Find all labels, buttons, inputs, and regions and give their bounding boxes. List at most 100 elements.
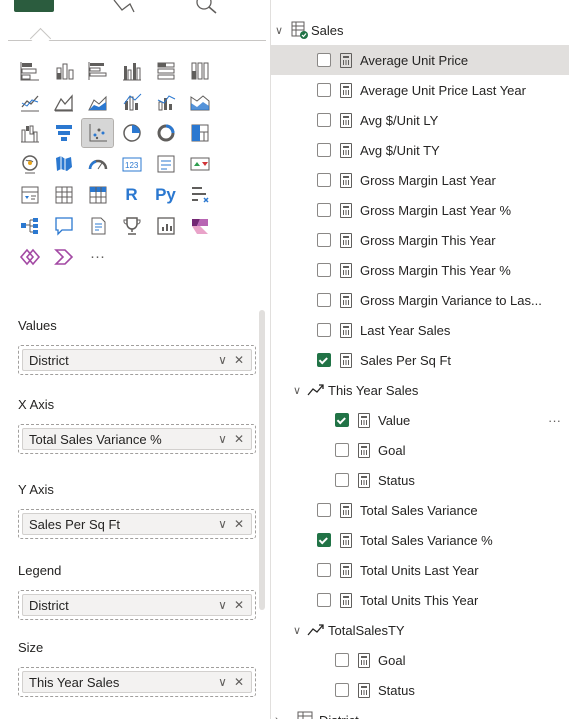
scatter-chart-icon[interactable] [81, 117, 114, 148]
field-well[interactable]: District ∨ ✕ [18, 590, 256, 620]
close-icon[interactable]: ✕ [234, 432, 244, 446]
analytics-tab[interactable] [190, 0, 224, 14]
checkbox[interactable] [335, 473, 349, 487]
field-pill[interactable]: This Year Sales ∨ ✕ [22, 671, 252, 693]
table-header[interactable]: › District [271, 705, 569, 719]
close-icon[interactable]: ✕ [234, 675, 244, 689]
field-well[interactable]: District ∨ ✕ [18, 345, 256, 375]
funnel-icon[interactable] [48, 119, 79, 147]
stacked-area-icon[interactable] [82, 88, 113, 116]
line-chart-icon[interactable] [14, 88, 45, 116]
100-percent-column-icon[interactable] [184, 57, 215, 85]
card-icon[interactable]: 123 [116, 150, 147, 178]
chevron-down-icon[interactable]: ∨ [218, 353, 227, 367]
pie-chart-icon[interactable] [116, 119, 147, 147]
field-item[interactable]: Status [271, 465, 569, 495]
build-visual-tab[interactable] [14, 0, 54, 12]
checkbox[interactable] [317, 173, 331, 187]
scrollbar[interactable] [259, 310, 265, 610]
close-icon[interactable]: ✕ [234, 517, 244, 531]
field-item[interactable]: Average Unit Price Last Year [271, 75, 569, 105]
field-item[interactable]: Average Unit Price [271, 45, 569, 75]
field-item[interactable]: Gross Margin Last Year % [271, 195, 569, 225]
kpi-icon[interactable] [184, 150, 215, 178]
multi-row-card-icon[interactable] [150, 150, 181, 178]
kpi-group-header[interactable]: ∨ This Year Sales [271, 375, 569, 405]
checkbox[interactable] [317, 83, 331, 97]
qna-icon[interactable] [48, 212, 79, 240]
field-item[interactable]: Total Sales Variance [271, 495, 569, 525]
checkbox[interactable] [335, 683, 349, 697]
gauge-icon[interactable] [82, 150, 113, 178]
field-item[interactable]: Goal [271, 645, 569, 675]
field-pill[interactable]: District ∨ ✕ [22, 594, 252, 616]
table-header[interactable]: ∨ Sales [271, 15, 569, 45]
power-automate-icon[interactable] [14, 243, 45, 271]
paginated-report-icon[interactable] [150, 212, 181, 240]
field-pill[interactable]: Sales Per Sq Ft ∨ ✕ [22, 513, 252, 535]
close-icon[interactable]: ✕ [234, 598, 244, 612]
chevron-down-icon[interactable]: ∨ [218, 598, 227, 612]
field-well[interactable]: Sales Per Sq Ft ∨ ✕ [18, 509, 256, 539]
azure-map-icon[interactable] [48, 243, 79, 271]
waterfall-icon[interactable] [14, 119, 45, 147]
checkbox[interactable] [335, 653, 349, 667]
line-column-icon[interactable] [116, 88, 147, 116]
python-visual-icon[interactable]: Py [150, 181, 181, 209]
checkbox[interactable] [317, 53, 331, 67]
ribbon-chart-icon[interactable] [184, 88, 215, 116]
chevron-down-icon[interactable]: ∨ [218, 675, 227, 689]
chevron-down-icon[interactable]: ∨ [275, 24, 289, 37]
goals-icon[interactable] [116, 212, 147, 240]
field-item[interactable]: Gross Margin Last Year [271, 165, 569, 195]
area-chart-icon[interactable] [48, 88, 79, 116]
line-clustered-column-icon[interactable] [150, 88, 181, 116]
field-item[interactable]: Sales Per Sq Ft [271, 345, 569, 375]
field-item[interactable]: Gross Margin This Year [271, 225, 569, 255]
matrix-icon[interactable] [82, 181, 113, 209]
field-item[interactable]: Gross Margin Variance to Las... [271, 285, 569, 315]
checkbox[interactable] [317, 293, 331, 307]
checkbox[interactable] [317, 503, 331, 517]
checkbox[interactable] [317, 263, 331, 277]
field-pill[interactable]: District ∨ ✕ [22, 349, 252, 371]
more-visuals-icon[interactable]: ··· [82, 243, 113, 271]
checkbox[interactable] [317, 233, 331, 247]
field-item[interactable]: Avg $/Unit TY [271, 135, 569, 165]
100-percent-bar-icon[interactable] [150, 57, 181, 85]
checkbox[interactable] [335, 443, 349, 457]
power-apps-icon[interactable] [184, 212, 215, 240]
field-item[interactable]: Goal [271, 435, 569, 465]
field-well[interactable]: Total Sales Variance % ∨ ✕ [18, 424, 256, 454]
field-well[interactable]: This Year Sales ∨ ✕ [18, 667, 256, 697]
filled-map-icon[interactable] [48, 150, 79, 178]
donut-chart-icon[interactable] [150, 119, 181, 147]
chevron-down-icon[interactable]: ∨ [293, 624, 307, 637]
kpi-group-header[interactable]: ∨ TotalSalesTY [271, 615, 569, 645]
clustered-bar-icon[interactable] [82, 57, 113, 85]
chevron-down-icon[interactable]: ∨ [218, 517, 227, 531]
field-item[interactable]: Gross Margin This Year % [271, 255, 569, 285]
checkbox[interactable] [317, 593, 331, 607]
checkbox[interactable] [335, 413, 349, 427]
checkbox[interactable] [317, 353, 331, 367]
checkbox[interactable] [317, 113, 331, 127]
table-icon[interactable] [48, 181, 79, 209]
key-influencers-icon[interactable] [184, 181, 215, 209]
field-item[interactable]: Status [271, 675, 569, 705]
field-item[interactable]: Total Sales Variance % [271, 525, 569, 555]
chevron-down-icon[interactable]: ∨ [293, 384, 307, 397]
field-item[interactable]: Avg $/Unit LY [271, 105, 569, 135]
treemap-icon[interactable] [184, 119, 215, 147]
checkbox[interactable] [317, 323, 331, 337]
smart-narrative-icon[interactable] [82, 212, 113, 240]
close-icon[interactable]: ✕ [234, 353, 244, 367]
r-visual-icon[interactable]: R [116, 181, 147, 209]
field-item[interactable]: Last Year Sales [271, 315, 569, 345]
field-item[interactable]: Value ··· [271, 405, 569, 435]
chevron-right-icon[interactable]: › [275, 714, 289, 719]
checkbox[interactable] [317, 143, 331, 157]
checkbox[interactable] [317, 563, 331, 577]
checkbox[interactable] [317, 203, 331, 217]
decomposition-tree-icon[interactable] [14, 212, 45, 240]
